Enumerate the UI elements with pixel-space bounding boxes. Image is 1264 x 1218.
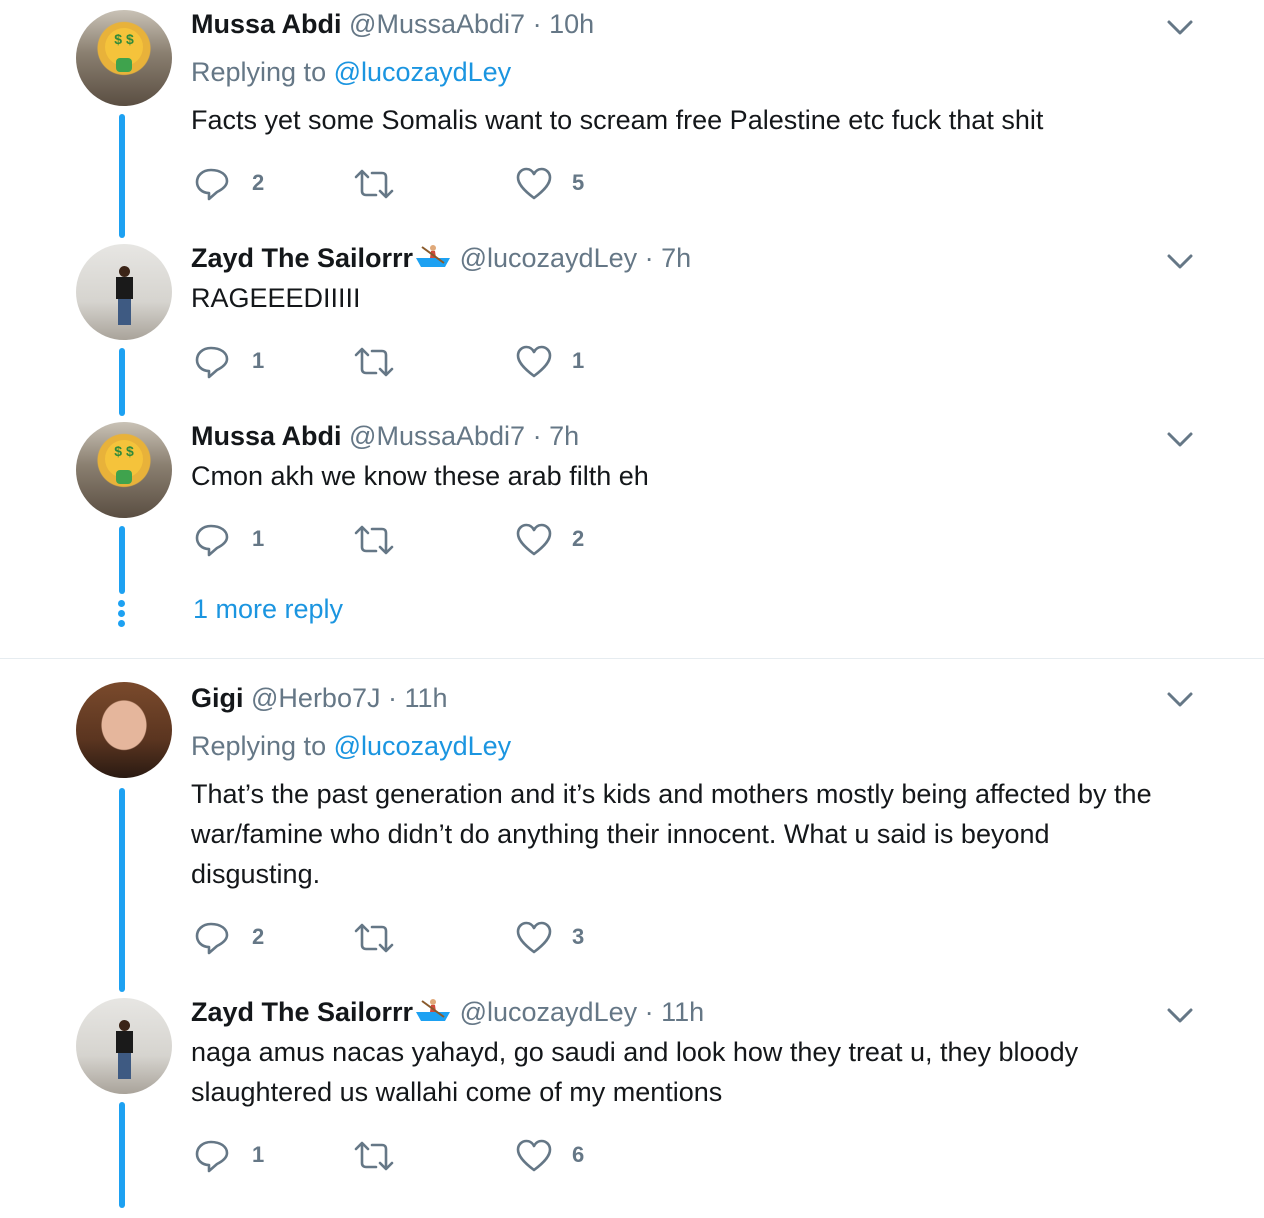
tweet-text: Facts yet some Somalis want to scream fr… xyxy=(191,105,1044,135)
retweet-icon xyxy=(354,169,394,199)
reply-icon xyxy=(195,1140,229,1173)
reply-icon xyxy=(195,524,229,557)
heart-icon xyxy=(516,345,552,378)
thread-divider xyxy=(0,658,1264,659)
replying-to: Replying to @lucozaydLey xyxy=(191,55,511,89)
separator-dot: · xyxy=(388,683,397,713)
mention-link[interactable]: @lucozaydLey xyxy=(334,731,512,761)
avatar[interactable] xyxy=(76,244,172,340)
thread-line xyxy=(119,526,125,594)
user-handle[interactable]: @MussaAbdi7 xyxy=(349,421,525,451)
reply-icon xyxy=(195,346,229,379)
user-name[interactable]: Gigi xyxy=(191,683,244,713)
reply-count: 1 xyxy=(252,348,265,373)
like-count: 3 xyxy=(572,924,585,949)
timestamp[interactable]: 11h xyxy=(405,683,448,713)
timestamp[interactable]: 7h xyxy=(549,421,579,451)
more-replies-dots xyxy=(118,600,126,630)
avatar-person xyxy=(114,1020,134,1080)
like-count: 6 xyxy=(572,1142,585,1167)
tweet-text: naga amus nacas yahayd, go saudi and loo… xyxy=(191,1037,1079,1107)
thread-line xyxy=(119,114,125,238)
replying-label: Replying to xyxy=(191,731,327,761)
user-handle[interactable]: @lucozaydLey xyxy=(460,997,638,1027)
avatar[interactable] xyxy=(76,682,172,778)
tweet[interactable]: Gigi @Herbo7J · 11h Replying to @lucozay… xyxy=(0,672,1264,992)
tweet-text: RAGEEEDIIIII xyxy=(191,283,361,313)
heart-icon xyxy=(516,167,552,200)
reply-count: 2 xyxy=(252,924,265,949)
separator-dot: · xyxy=(644,997,654,1027)
chevron-down-icon[interactable] xyxy=(1166,690,1194,710)
chevron-down-icon[interactable] xyxy=(1166,18,1194,38)
timestamp[interactable]: 7h xyxy=(661,243,691,273)
avatar-person xyxy=(114,266,134,326)
tweet-header: Zayd The Sailorrr @lucozaydLey · 11h xyxy=(191,995,704,1029)
retweet-icon xyxy=(354,923,394,953)
chevron-down-icon[interactable] xyxy=(1166,430,1194,450)
reply-count: 1 xyxy=(252,526,265,551)
separator-dot: · xyxy=(644,243,654,273)
retweet-icon xyxy=(354,525,394,555)
money-tongue xyxy=(116,58,132,72)
chevron-down-icon[interactable] xyxy=(1166,1006,1194,1026)
thread-line xyxy=(119,1102,125,1208)
timestamp[interactable]: 10h xyxy=(549,9,594,39)
avatar[interactable] xyxy=(76,998,172,1094)
heart-icon xyxy=(516,523,552,556)
heart-icon xyxy=(516,1139,552,1172)
user-name[interactable]: Zayd The Sailorrr xyxy=(191,997,413,1027)
rowboat-emoji-icon xyxy=(414,243,452,267)
reply-icon xyxy=(195,922,229,955)
replying-label: Replying to xyxy=(191,57,327,87)
like-count: 2 xyxy=(572,526,585,551)
thread-line xyxy=(119,788,125,992)
user-handle[interactable]: @Herbo7J xyxy=(251,683,380,713)
avatar[interactable]: $ $ xyxy=(76,10,172,106)
tweet[interactable]: Zayd The Sailorrr @lucozaydLey · 7h RAGE… xyxy=(0,232,1264,416)
user-handle[interactable]: @lucozaydLey xyxy=(460,243,638,273)
tweet[interactable]: $ $ Mussa Abdi @MussaAbdi7 · 7h Cmon akh… xyxy=(0,410,1264,594)
mention-link[interactable]: @lucozaydLey xyxy=(334,57,512,87)
rowboat-emoji-icon xyxy=(414,997,452,1021)
reply-icon xyxy=(195,168,229,201)
user-name[interactable]: Zayd The Sailorrr xyxy=(191,243,413,273)
tweet-text: Cmon akh we know these arab filth eh xyxy=(191,461,649,491)
tweet-text: That’s the past generation and it’s kids… xyxy=(191,779,1152,889)
avatar[interactable]: $ $ xyxy=(76,422,172,518)
heart-icon xyxy=(516,921,552,954)
retweet-icon xyxy=(354,1141,394,1171)
chevron-down-icon[interactable] xyxy=(1166,252,1194,272)
tweet-header: Mussa Abdi @MussaAbdi7 · 10h xyxy=(191,7,594,41)
reply-count: 2 xyxy=(252,170,265,195)
user-name[interactable]: Mussa Abdi xyxy=(191,421,342,451)
reply-count: 1 xyxy=(252,1142,265,1167)
like-count: 5 xyxy=(572,170,585,195)
like-count: 1 xyxy=(572,348,585,373)
tweet[interactable]: $ $ Mussa Abdi @MussaAbdi7 · 10h Replyin… xyxy=(0,0,1264,238)
tweet-header: Mussa Abdi @MussaAbdi7 · 7h xyxy=(191,419,579,453)
user-name[interactable]: Mussa Abdi xyxy=(191,9,342,39)
replying-to: Replying to @lucozaydLey xyxy=(191,729,511,763)
separator-dot: · xyxy=(532,9,542,39)
user-handle[interactable]: @MussaAbdi7 xyxy=(349,9,525,39)
money-tongue xyxy=(116,470,132,484)
timestamp[interactable]: 11h xyxy=(661,997,704,1027)
thread-line xyxy=(119,348,125,416)
tweet-header: Zayd The Sailorrr @lucozaydLey · 7h xyxy=(191,241,691,275)
retweet-icon xyxy=(354,347,394,377)
tweet[interactable]: Zayd The Sailorrr @lucozaydLey · 11h nag… xyxy=(0,986,1264,1218)
separator-dot: · xyxy=(532,421,542,451)
more-replies-link[interactable]: 1 more reply xyxy=(193,594,343,625)
tweet-header: Gigi @Herbo7J · 11h xyxy=(191,681,448,715)
